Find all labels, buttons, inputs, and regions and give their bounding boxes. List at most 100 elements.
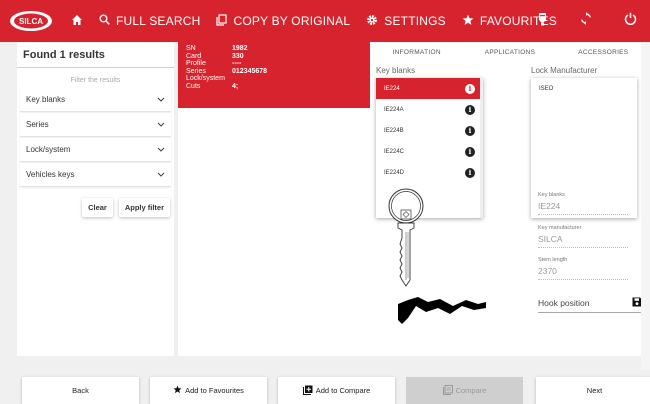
key-blank-code: IE224D (384, 169, 405, 176)
power-icon (624, 12, 637, 30)
tab-information[interactable]: INFORMATION (370, 49, 463, 56)
top-bar: SILCA FULL SEARCH COPY BY ORIGINAL SETTI… (0, 0, 650, 42)
card-key: SN (186, 45, 196, 52)
key-profile-drawing (398, 297, 486, 324)
key-blank-item[interactable]: IE224 i (376, 78, 483, 99)
detail-panel: INFORMATION APPLICATIONS ACCESSORIES Key… (370, 42, 650, 356)
home-icon (71, 14, 83, 29)
home-button[interactable] (63, 0, 91, 42)
key-blank-item[interactable]: IE224C i (376, 141, 483, 162)
clear-button[interactable]: Clear (82, 198, 113, 217)
silca-logo[interactable]: SILCA (9, 9, 57, 33)
detail-tabs: INFORMATION APPLICATIONS ACCESSORIES (370, 42, 650, 62)
key-blank-item[interactable]: IE224A i (376, 99, 483, 120)
sync-icon (580, 12, 592, 30)
key-machine-icon (537, 12, 548, 31)
filter-panel: Found 1 results Filter the results Key b… (17, 42, 174, 356)
next-button[interactable]: Next (536, 377, 650, 404)
add-to-compare-button[interactable]: Add to Compare (278, 377, 395, 404)
filter-series[interactable]: Series (20, 113, 171, 137)
results-title: Found 1 results (17, 42, 174, 68)
settings-button[interactable]: SETTINGS (358, 0, 454, 42)
filter-accordion: Key blanks Series Lock/system Vehicles k… (20, 88, 171, 187)
card-row-card: Card 330 (186, 53, 362, 61)
card-row-lock-system: Lock/system (186, 75, 362, 83)
card-value: ---- (232, 60, 242, 67)
key-blank-code: IE224 (384, 85, 400, 92)
sync-button[interactable] (566, 0, 606, 42)
compare-label: Compare (455, 386, 487, 395)
field-label: Stem length (538, 257, 568, 263)
card-key: Series (186, 67, 206, 75)
card-value: 012345678 (232, 67, 268, 75)
key-machine-button[interactable] (522, 0, 562, 42)
card-value: 1982 (232, 45, 248, 52)
chevron-down-icon (157, 95, 165, 104)
top-right-icons (518, 0, 650, 42)
chevron-down-icon (157, 170, 165, 179)
key-blank-code: IE224C (384, 148, 405, 155)
copy-icon (216, 13, 228, 29)
card-row-cuts: Cuts 4; (186, 83, 362, 91)
filter-hint: Filter the results (70, 77, 121, 84)
key-blank-code: IE224B (384, 127, 404, 134)
info-icon[interactable]: i (465, 167, 475, 178)
add-box-icon (302, 385, 313, 397)
lock-manufacturer-item[interactable]: ISEO (539, 86, 629, 92)
back-button[interactable]: Back (22, 377, 139, 404)
copy-by-original-label: COPY BY ORIGINAL (233, 14, 351, 28)
add-to-favourites-label: Add to Favourites (185, 386, 244, 395)
card-key: Cuts (186, 82, 201, 90)
field-value: 2370 (538, 266, 628, 280)
back-label: Back (72, 386, 89, 395)
results-list: SN 1982 Card 330 Profile ---- Series 0123456… (178, 42, 370, 356)
star-icon (173, 385, 182, 396)
key-blank-item[interactable]: IE224D i (376, 162, 483, 183)
compare-icon (442, 384, 453, 397)
filter-section-label: Series (26, 120, 49, 129)
info-icon[interactable]: i (465, 83, 475, 94)
logo-text: SILCA (19, 17, 43, 26)
lock-manufacturer-label: Lock Manufacturer (531, 66, 598, 75)
page-scrollbar[interactable] (641, 42, 650, 404)
filter-section-label: Key blanks (26, 95, 66, 104)
stem-length-field: Stem length 2370 (538, 257, 628, 280)
card-key: Lock/system (186, 75, 225, 82)
result-card[interactable]: SN 1982 Card 330 Profile ---- Series 0123456… (178, 42, 370, 108)
filter-buttons: Clear Apply filter (17, 188, 174, 217)
add-to-favourites-button[interactable]: Add to Favourites (150, 377, 267, 404)
key-manufacturer-field: Key manufacturer SILCA (538, 225, 628, 248)
filter-lock-system[interactable]: Lock/system (20, 138, 171, 162)
settings-label: SETTINGS (384, 14, 446, 28)
star-icon (462, 14, 474, 29)
info-icon[interactable]: i (465, 104, 475, 115)
key-blank-drawing (388, 188, 424, 287)
full-search-button[interactable]: FULL SEARCH (91, 0, 208, 42)
gear-icon (366, 14, 378, 29)
compare-button[interactable]: Compare (406, 377, 523, 404)
filter-section-label: Vehicles keys (26, 170, 75, 179)
key-blanks-scrollbar[interactable] (480, 78, 483, 218)
add-to-compare-label: Add to Compare (315, 386, 371, 395)
tab-applications[interactable]: APPLICATIONS (463, 49, 556, 56)
power-button[interactable] (610, 0, 650, 42)
field-label: Key manufacturer (538, 225, 582, 231)
field-value: SILCA (538, 234, 628, 248)
next-label: Next (586, 386, 603, 395)
field-value: IE224 (538, 201, 628, 215)
filter-vehicles-keys[interactable]: Vehicles keys (20, 163, 171, 187)
card-key: Card (186, 52, 202, 60)
filter-section-label: Lock/system (26, 145, 71, 154)
copy-by-original-button[interactable]: COPY BY ORIGINAL (208, 0, 358, 42)
search-icon (99, 14, 110, 28)
card-row-sn: SN 1982 (186, 45, 362, 53)
filter-key-blanks[interactable]: Key blanks (20, 88, 171, 112)
info-icon[interactable]: i (465, 125, 475, 136)
bottom-bar: Back Add to Favourites Add to Compare Co… (0, 370, 650, 404)
info-icon[interactable]: i (465, 146, 475, 157)
apply-filter-button[interactable]: Apply filter (118, 198, 170, 217)
key-blank-code: IE224A (384, 106, 404, 113)
hook-position-field[interactable]: Hook position (538, 297, 642, 313)
tab-accessories[interactable]: ACCESSORIES (557, 49, 650, 56)
key-blank-item[interactable]: IE224B i (376, 120, 483, 141)
